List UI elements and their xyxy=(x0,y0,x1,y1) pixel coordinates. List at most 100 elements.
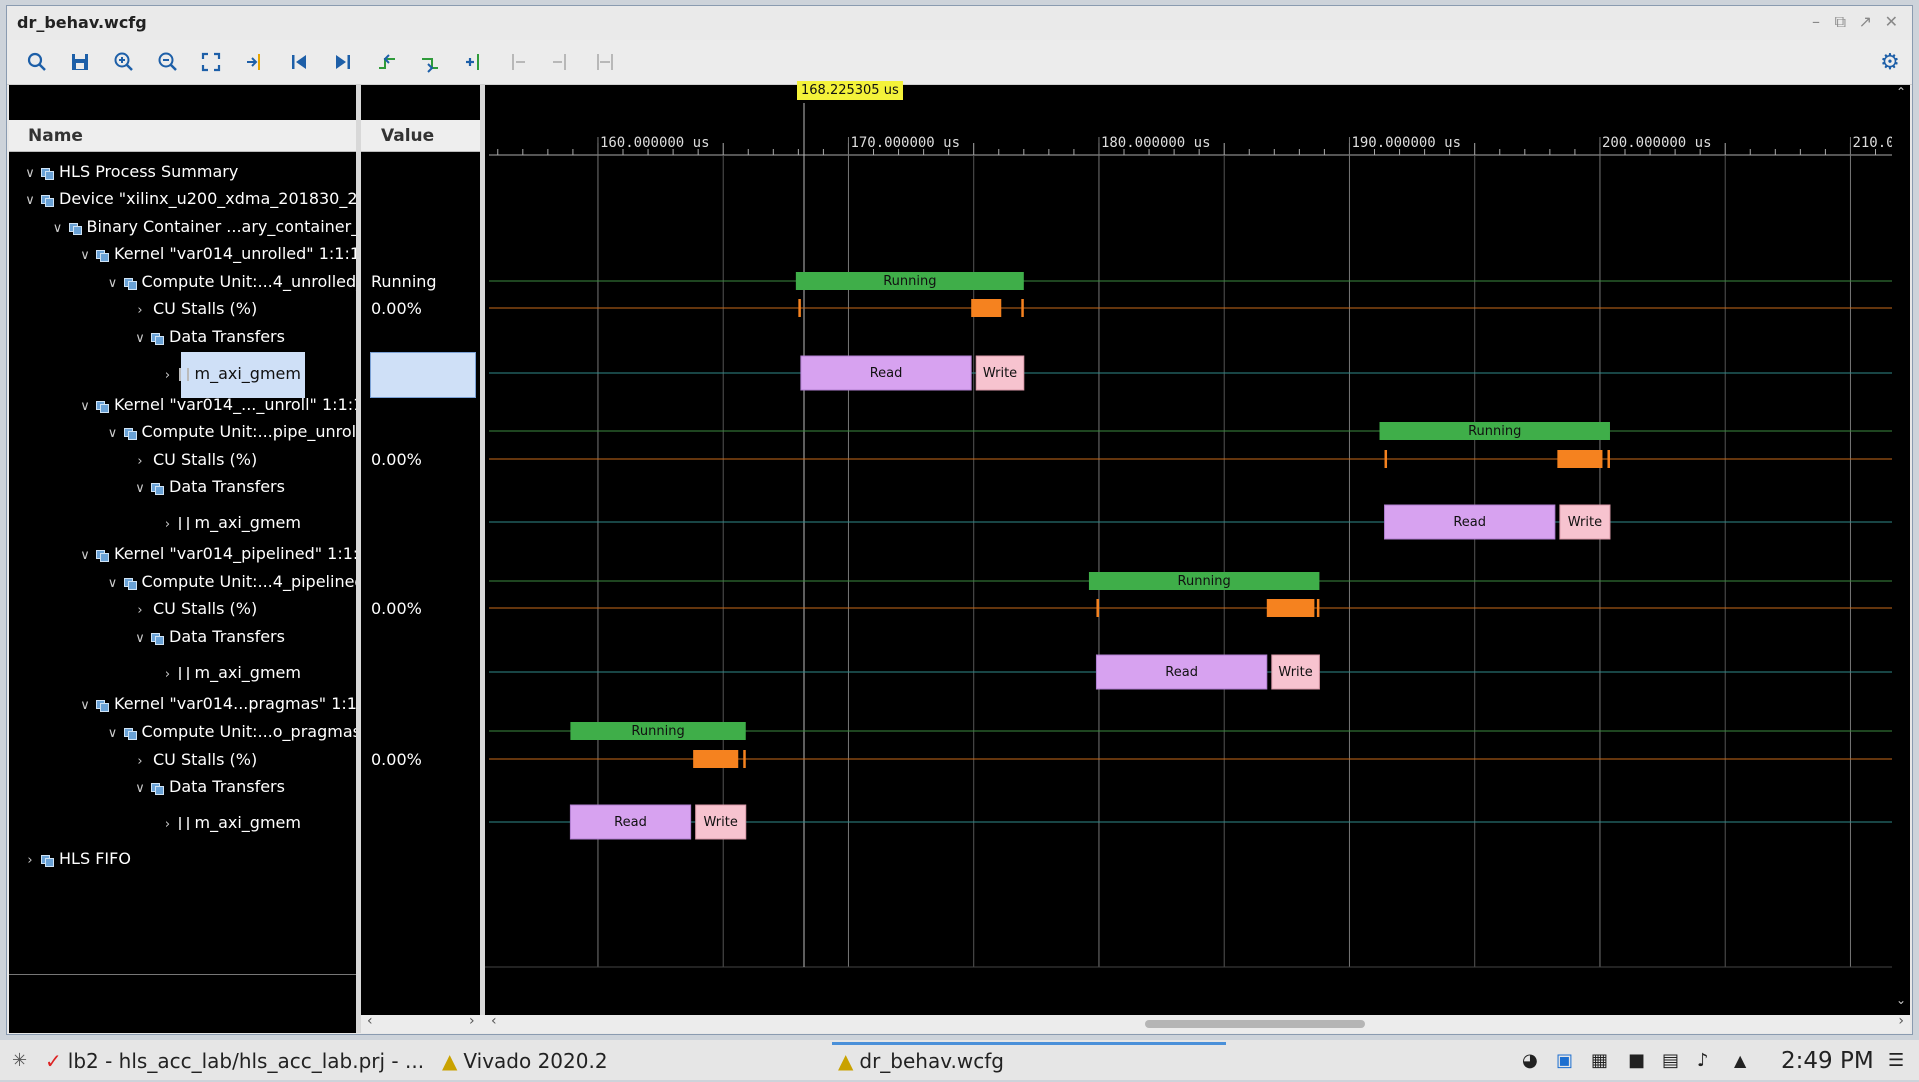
chevron-down-icon[interactable]: ∨ xyxy=(106,270,120,295)
chevron-right-icon[interactable]: › xyxy=(161,661,175,686)
chevron-down-icon[interactable]: ∨ xyxy=(78,242,92,267)
volume-icon[interactable]: ♪ xyxy=(1697,1040,1709,1080)
tree-row[interactable]: ∨ Data Transfers xyxy=(133,473,285,500)
go-to-cursor-button[interactable] xyxy=(241,48,269,76)
tree-row[interactable]: ∨ Compute Unit:...4_pipelined xyxy=(106,568,365,595)
chevron-down-icon[interactable]: ∨ xyxy=(133,775,147,800)
task-vivado-project[interactable]: ✓ lb2 - hls_acc_lab/hls_acc_lab.prj - ... xyxy=(45,1040,424,1080)
tree-row[interactable]: › m_axi_gmem xyxy=(161,509,301,536)
value-column-header[interactable]: Value xyxy=(361,120,480,152)
stall-mark xyxy=(693,750,739,768)
add-marker-button[interactable] xyxy=(460,48,488,76)
monitor-icon[interactable]: ▦ xyxy=(1591,1040,1608,1080)
chevron-right-icon[interactable]: › xyxy=(161,362,175,387)
display-icon[interactable]: ▣ xyxy=(1556,1040,1573,1080)
chevron-down-icon[interactable]: ∨ xyxy=(23,160,37,185)
tree-row[interactable]: ∨ Data Transfers xyxy=(133,773,285,800)
tree-row-selected[interactable]: › m_axi_gmem xyxy=(161,360,301,387)
go-to-end-button[interactable] xyxy=(329,48,357,76)
zoom-fit-button[interactable] xyxy=(197,48,225,76)
lock-icon[interactable]: ■ xyxy=(1628,1040,1645,1080)
zoom-out-button[interactable] xyxy=(154,48,182,76)
next-marker-button[interactable] xyxy=(547,48,575,76)
scrollbar-thumb[interactable] xyxy=(1145,1020,1365,1028)
tree-row[interactable]: ∨ Compute Unit:...o_pragmas_ xyxy=(106,718,369,745)
chevron-right-icon[interactable]: › xyxy=(133,448,147,473)
tree-row[interactable]: ∨ Device "xilinx_u200_xdma_201830_2-0 xyxy=(23,185,373,212)
chevron-down-icon[interactable]: ∨ xyxy=(133,325,147,350)
tree-row[interactable]: › CU Stalls (%) xyxy=(133,746,257,773)
chevron-down-icon[interactable]: ∨ xyxy=(23,187,37,212)
scroll-left-icon[interactable]: ‹ xyxy=(491,1013,497,1029)
name-column-header[interactable]: Name xyxy=(9,120,356,152)
tree-row[interactable]: › CU Stalls (%) xyxy=(133,446,257,473)
chevron-down-icon[interactable]: ∨ xyxy=(78,393,92,418)
settings-gear-icon[interactable]: ⚙ xyxy=(1876,48,1904,76)
signal-value: 0.00% xyxy=(371,299,422,318)
scroll-left-icon[interactable]: ‹ xyxy=(367,1013,373,1029)
group-icon xyxy=(41,855,54,867)
tree-row[interactable]: › m_axi_gmem xyxy=(161,659,301,686)
value-horizontal-scrollbar[interactable]: ‹ › xyxy=(361,1013,485,1033)
clock[interactable]: 2:49 PM xyxy=(1781,1040,1874,1080)
zoom-in-button[interactable] xyxy=(110,48,138,76)
save-button[interactable] xyxy=(66,48,94,76)
network-icon[interactable]: ◕ xyxy=(1522,1040,1538,1080)
chevron-down-icon[interactable]: ∨ xyxy=(106,570,120,595)
waveform-horizontal-scrollbar[interactable]: ‹ › xyxy=(485,1013,1910,1033)
tree-row[interactable]: › HLS FIFO xyxy=(23,845,131,872)
chevron-down-icon[interactable]: ∨ xyxy=(78,542,92,567)
maximize-icon[interactable]: ↗ xyxy=(1859,12,1872,31)
tree-row[interactable]: › CU Stalls (%) xyxy=(133,295,257,322)
tree-row[interactable]: ∨ Compute Unit:...pipe_unroll_ xyxy=(106,418,369,445)
swap-cursors-button[interactable] xyxy=(591,48,619,76)
previous-transition-button[interactable] xyxy=(373,48,401,76)
task-vivado[interactable]: ▲ Vivado 2020.2 xyxy=(442,1040,608,1080)
chevron-down-icon[interactable]: ∨ xyxy=(78,692,92,717)
search-button[interactable] xyxy=(23,48,51,76)
chevron-down-icon[interactable]: ∨ xyxy=(133,625,147,650)
scroll-right-icon[interactable]: › xyxy=(469,1013,475,1029)
waveform-pane[interactable]: 160.000000 us 170.000000 us 180.000000 us 1… xyxy=(485,85,1919,1033)
tree-row[interactable]: ∨ Kernel "var014_..._unroll" 1:1:1 xyxy=(78,391,363,418)
go-to-start-button[interactable] xyxy=(285,48,313,76)
cursor-time-label[interactable]: 168.225305 us xyxy=(797,81,903,100)
chevron-right-icon[interactable]: › xyxy=(133,297,147,322)
tree-row[interactable]: ∨ Kernel "var014_unrolled" 1:1:1 xyxy=(78,240,360,267)
tree-row[interactable]: ∨ Compute Unit:...4_unrolled_ xyxy=(106,268,364,295)
scroll-up-icon[interactable]: ⌃ xyxy=(1896,85,1906,99)
restore-icon[interactable]: ⧉ xyxy=(1835,12,1846,32)
previous-marker-button[interactable] xyxy=(503,48,531,76)
tree-row[interactable]: ∨ Data Transfers xyxy=(133,323,285,350)
chevron-down-icon[interactable]: ∨ xyxy=(133,475,147,500)
group-icon xyxy=(151,483,164,495)
tree-row[interactable]: ∨ Kernel "var014_pipelined" 1:1:1 xyxy=(78,540,368,567)
task-waveform[interactable]: ▲ dr_behav.wcfg xyxy=(838,1040,1004,1080)
chevron-right-icon[interactable]: › xyxy=(161,811,175,836)
menu-icon[interactable]: ☰ xyxy=(1888,1040,1904,1080)
vertical-scrollbar[interactable]: ⌃ ⌄ xyxy=(1892,85,1910,1015)
tree-row[interactable]: ∨ HLS Process Summary xyxy=(23,158,238,185)
chevron-right-icon[interactable]: › xyxy=(23,847,37,872)
chevron-down-icon[interactable]: ∨ xyxy=(51,215,65,240)
signal-value: 0.00% xyxy=(371,450,422,469)
minimize-icon[interactable]: – xyxy=(1812,12,1820,31)
tray-expand-icon[interactable]: ▲ xyxy=(1734,1040,1746,1080)
tree-row[interactable]: ∨ Data Transfers xyxy=(133,623,285,650)
tree-row[interactable]: › m_axi_gmem xyxy=(161,809,301,836)
chevron-down-icon[interactable]: ∨ xyxy=(106,720,120,745)
chevron-right-icon[interactable]: › xyxy=(161,511,175,536)
tick-label: 160.000000 us xyxy=(600,135,710,151)
app-menu-icon[interactable]: ✳ xyxy=(12,1040,27,1080)
tree-row[interactable]: ∨ Binary Container ...ary_container_1 xyxy=(51,213,370,240)
chevron-down-icon[interactable]: ∨ xyxy=(106,420,120,445)
tree-row[interactable]: › CU Stalls (%) xyxy=(133,595,257,622)
scroll-down-icon[interactable]: ⌄ xyxy=(1896,993,1906,1007)
next-transition-button[interactable] xyxy=(416,48,444,76)
tree-row[interactable]: ∨ Kernel "var014...pragmas" 1:1:1 xyxy=(78,690,372,717)
clipboard-icon[interactable]: ▤ xyxy=(1662,1040,1679,1080)
scroll-right-icon[interactable]: › xyxy=(1898,1013,1904,1029)
chevron-right-icon[interactable]: › xyxy=(133,597,147,622)
chevron-right-icon[interactable]: › xyxy=(133,748,147,773)
close-icon[interactable]: ✕ xyxy=(1885,12,1898,31)
